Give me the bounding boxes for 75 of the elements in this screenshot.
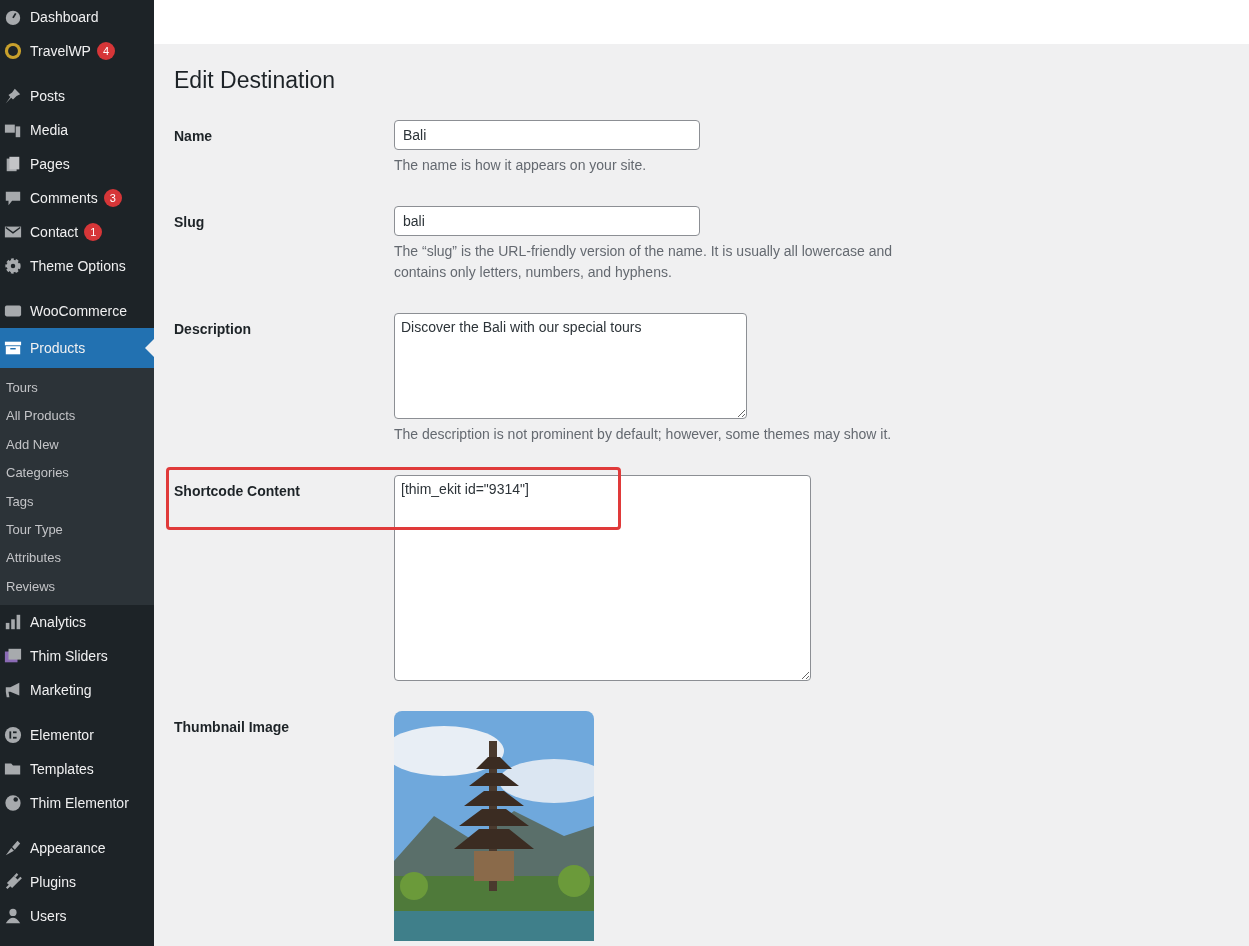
field-label: Thumbnail Image: [174, 718, 291, 737]
menu-label: Thim Elementor: [30, 795, 129, 812]
menu-label: Analytics: [30, 614, 87, 631]
menu-item[interactable]: Products: [0, 328, 154, 368]
submenu-item[interactable]: All Products: [0, 402, 154, 431]
gear-icon: [4, 257, 22, 275]
menu-item[interactable]: Appearance: [0, 831, 154, 866]
text-field[interactable]: bali: [394, 206, 700, 236]
menu-item[interactable]: Dashboard: [0, 0, 154, 34]
menu-item[interactable]: Plugins: [0, 865, 154, 900]
menu-item[interactable]: Elementor: [0, 718, 154, 753]
count-badge: 3: [103, 189, 122, 207]
menu-item[interactable]: Theme Options: [0, 249, 154, 283]
description-field[interactable]: Discover the Bali with our special tours: [394, 313, 747, 419]
brush-icon: [4, 839, 22, 858]
palette-icon: [4, 794, 22, 813]
menu-label: Products: [30, 340, 86, 356]
pages-icon: [4, 155, 22, 173]
gauge-icon: [4, 8, 22, 26]
menu-label: Thim Sliders: [30, 648, 108, 665]
submenu-item[interactable]: Attributes: [0, 544, 154, 573]
menu-item[interactable]: TravelWP 4: [0, 34, 154, 68]
megaphone-icon: [4, 681, 22, 700]
menu-label: Pages: [30, 156, 70, 172]
shortcode-field[interactable]: [thim_ekit id="9314"]: [394, 475, 811, 681]
coin-icon: [4, 42, 22, 60]
menu-item[interactable]: Analytics: [0, 605, 154, 640]
help-text: The “slug” is the URL-friendly version of the name. It is usually all lowercase and contains only letters, numbers, and hyphens.: [394, 242, 893, 282]
menu-label: Theme Options: [30, 258, 126, 274]
submenu-item[interactable]: Tours: [0, 374, 154, 403]
menu-label: WooCommerce: [30, 303, 127, 319]
field-label: Name: [174, 127, 214, 146]
menu-item[interactable]: WooCommerce: [0, 294, 154, 328]
menu-label: Users: [30, 908, 67, 925]
menu-item[interactable]: Thim Sliders: [0, 639, 154, 674]
help-text: The name is how it appears on your site.: [394, 156, 648, 175]
menu-label: Comments: [30, 190, 98, 206]
menu-label: Appearance: [30, 840, 106, 857]
plug-icon: [4, 873, 22, 892]
menu-item[interactable]: Users: [0, 899, 154, 934]
menu-item[interactable]: Contact 1: [0, 215, 154, 249]
menu-label: Plugins: [30, 874, 76, 891]
count-badge: 4: [96, 42, 115, 60]
menu-item[interactable]: Media: [0, 113, 154, 147]
menu-label: Media: [30, 122, 69, 138]
field-label: Shortcode Content: [174, 482, 301, 501]
bar-chart-icon: [4, 613, 22, 632]
page-title: Edit Destination: [174, 66, 337, 94]
submenu-item[interactable]: Add New: [0, 430, 154, 460]
help-text: The description is not prominent by default; however, some themes may show it.: [394, 425, 893, 444]
text-field[interactable]: Bali: [394, 120, 700, 150]
menu-item[interactable]: Marketing: [0, 673, 154, 708]
menu-label: Contact: [30, 224, 79, 240]
menu-label: Posts: [30, 88, 65, 104]
menu-label: Dashboard: [30, 9, 99, 25]
submenu-item[interactable]: Categories: [0, 459, 154, 488]
field-label: Description: [174, 320, 252, 339]
menu-item[interactable]: Thim Elementor: [0, 786, 154, 821]
archive-box-icon: [4, 339, 22, 357]
count-badge: 1: [84, 223, 103, 241]
menu-item[interactable]: Pages: [0, 147, 154, 181]
menu-label: Marketing: [30, 682, 92, 699]
menu-label: TravelWP: [30, 43, 91, 59]
field-label: Slug: [174, 213, 206, 232]
menu-item[interactable]: Comments 3: [0, 181, 154, 215]
submenu-item[interactable]: Reviews: [0, 572, 154, 602]
circle-e-icon: [4, 726, 22, 745]
submenu-item[interactable]: Tags: [0, 487, 154, 516]
menu-item[interactable]: Posts: [0, 79, 154, 113]
menu-label: Elementor: [30, 727, 94, 744]
speech-bubble-icon: [4, 189, 22, 207]
submenu-item[interactable]: Tour Type: [0, 515, 154, 545]
user-icon: [4, 907, 22, 926]
menu-label: Templates: [30, 761, 94, 778]
menu-item[interactable]: Templates: [0, 752, 154, 787]
